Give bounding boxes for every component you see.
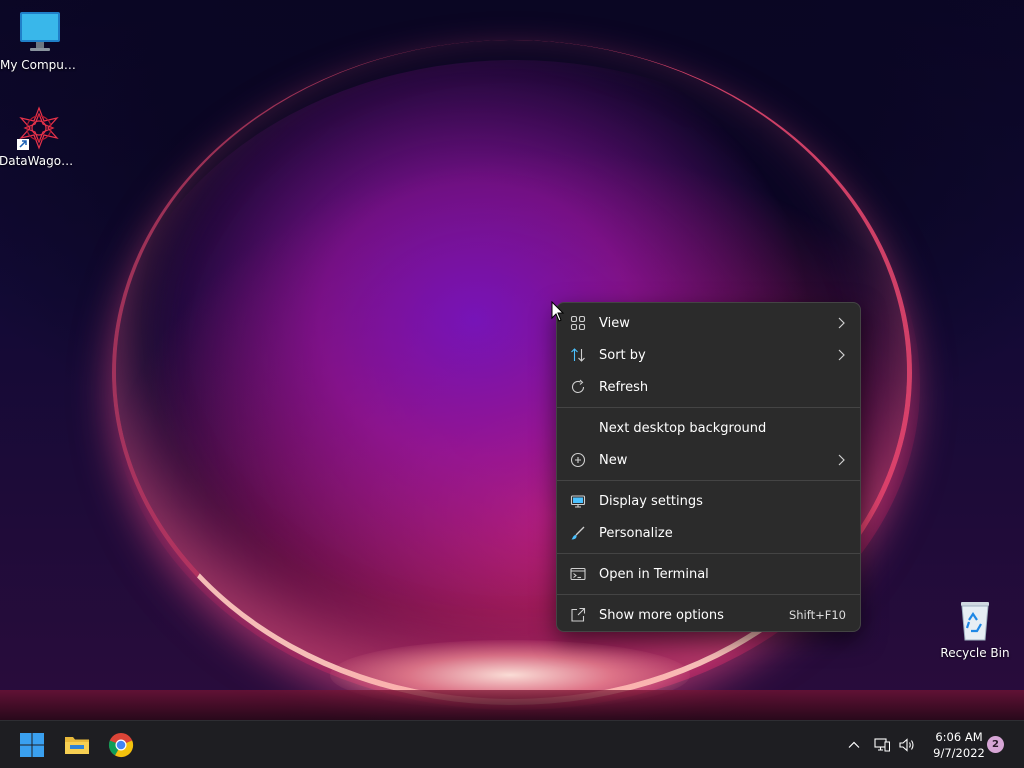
plus-circle-icon bbox=[570, 452, 586, 468]
clock-time: 6:06 AM bbox=[935, 730, 983, 744]
menu-item-label: Refresh bbox=[599, 379, 649, 395]
windows-start-icon[interactable] bbox=[18, 731, 46, 759]
menu-item-view[interactable]: View bbox=[557, 307, 860, 339]
desktop-icon-label: DataWagon... bbox=[0, 154, 79, 168]
display-icon bbox=[570, 493, 586, 509]
folder-icon[interactable] bbox=[63, 731, 91, 759]
sort-icon bbox=[570, 347, 586, 363]
menu-separator bbox=[557, 553, 860, 554]
keyboard-shortcut: Shift+F10 bbox=[788, 608, 846, 622]
recycle-bin-icon bbox=[953, 598, 997, 642]
chevron-up-icon[interactable] bbox=[846, 737, 862, 753]
menu-separator bbox=[557, 480, 860, 481]
desktop-context-menu: View Sort by Refresh Next desktop backgr… bbox=[556, 302, 861, 632]
menu-item-label: Next desktop background bbox=[599, 420, 767, 436]
chevron-right-icon bbox=[836, 453, 846, 467]
chevron-right-icon bbox=[836, 316, 846, 330]
refresh-icon bbox=[570, 379, 586, 395]
desktop-icon-datawagon[interactable]: DataWagon... bbox=[0, 106, 79, 168]
terminal-icon bbox=[570, 566, 586, 582]
clock-date: 9/7/2022 bbox=[933, 746, 985, 760]
desktop-wallpaper[interactable] bbox=[0, 0, 1024, 720]
desktop-icon-label: My Computer bbox=[0, 58, 80, 72]
menu-item-refresh[interactable]: Refresh bbox=[557, 371, 860, 403]
share-icon bbox=[570, 607, 586, 623]
menu-item-label: Show more options bbox=[599, 607, 724, 623]
monitor-icon bbox=[18, 10, 62, 54]
menu-item-label: View bbox=[599, 315, 630, 331]
desktop-icon-label: Recycle Bin bbox=[940, 646, 1010, 660]
desktop-icon-my-computer[interactable]: My Computer bbox=[0, 10, 80, 72]
chrome-icon[interactable] bbox=[107, 731, 135, 759]
menu-item-show-more-options[interactable]: Show more options Shift+F10 bbox=[557, 599, 860, 631]
menu-item-new[interactable]: New bbox=[557, 444, 860, 476]
chevron-right-icon bbox=[836, 348, 846, 362]
menu-item-open-in-terminal[interactable]: Open in Terminal bbox=[557, 558, 860, 590]
notification-badge[interactable]: 2 bbox=[987, 736, 1004, 753]
menu-item-label: Sort by bbox=[599, 347, 646, 363]
volume-icon[interactable] bbox=[898, 736, 916, 754]
menu-item-label: Display settings bbox=[599, 493, 703, 509]
system-clock[interactable]: 6:06 AM 9/7/2022 bbox=[928, 729, 990, 761]
menu-separator bbox=[557, 407, 860, 408]
menu-item-personalize[interactable]: Personalize bbox=[557, 517, 860, 549]
network-icon[interactable] bbox=[873, 736, 891, 754]
menu-item-next-desktop-background[interactable]: Next desktop background bbox=[557, 412, 860, 444]
menu-item-label: Personalize bbox=[599, 525, 673, 541]
menu-item-label: New bbox=[599, 452, 628, 468]
desktop-icon-recycle-bin[interactable]: Recycle Bin bbox=[935, 598, 1015, 660]
taskbar: 6:06 AM 9/7/2022 bbox=[0, 720, 1024, 768]
menu-separator bbox=[557, 594, 860, 595]
menu-item-sort-by[interactable]: Sort by bbox=[557, 339, 860, 371]
mouse-cursor-icon bbox=[551, 300, 565, 323]
menu-item-label: Open in Terminal bbox=[599, 566, 709, 582]
menu-item-display-settings[interactable]: Display settings bbox=[557, 485, 860, 517]
grid-icon bbox=[570, 315, 586, 331]
wallpaper-floor bbox=[0, 690, 1024, 720]
datawagon-app-icon bbox=[17, 106, 61, 150]
brush-icon bbox=[570, 525, 586, 541]
